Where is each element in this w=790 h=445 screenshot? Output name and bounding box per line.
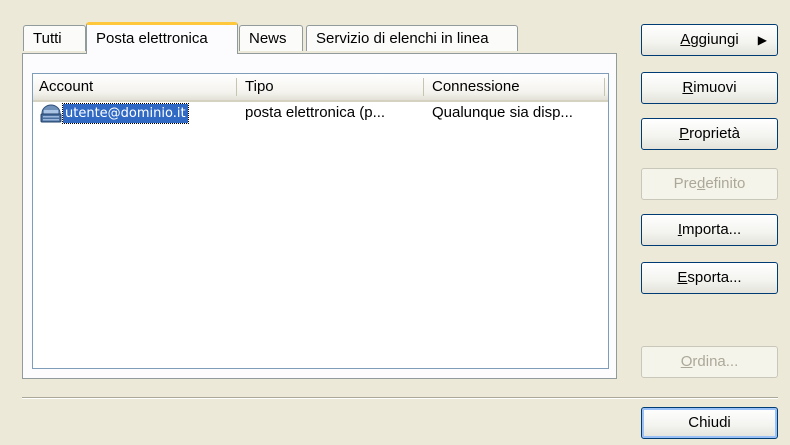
- tab-label: Posta elettronica: [96, 30, 208, 47]
- column-divider[interactable]: [236, 78, 237, 96]
- button-label: Chiudi: [688, 414, 731, 431]
- table-row[interactable]: utente@dominio.it posta elettronica (p..…: [33, 102, 608, 124]
- tab-servizio-elenchi[interactable]: Servizio di elenchi in linea: [306, 25, 518, 51]
- close-button[interactable]: Chiudi: [641, 407, 778, 439]
- column-header-account[interactable]: Account: [33, 74, 233, 100]
- list-header: Account Tipo Connessione: [33, 74, 608, 102]
- tab-news[interactable]: News: [239, 25, 303, 51]
- type-cell: posta elettronica (p...: [245, 104, 386, 121]
- column-divider[interactable]: [423, 78, 424, 96]
- account-dialog: Tutti Posta elettronica News Servizio di…: [0, 0, 790, 445]
- add-button[interactable]: Aggiungi ▶: [641, 24, 778, 56]
- button-label: Esporta...: [677, 269, 742, 286]
- tab-tutti[interactable]: Tutti: [23, 25, 86, 51]
- account-cell: utente@dominio.it: [33, 102, 233, 124]
- button-label: Aggiungi: [680, 31, 739, 48]
- column-divider[interactable]: [604, 78, 605, 96]
- mail-account-icon: [40, 104, 62, 123]
- button-label: Predefinito: [673, 175, 746, 192]
- button-label: Proprietà: [679, 125, 740, 142]
- tab-label: Servizio di elenchi in linea: [316, 30, 489, 47]
- column-header-tipo[interactable]: Tipo: [239, 74, 419, 100]
- column-header-connessione[interactable]: Connessione: [426, 74, 606, 100]
- button-label: Rimuovi: [682, 79, 737, 96]
- sort-button[interactable]: Ordina...: [641, 346, 778, 378]
- tab-page: Account Tipo Connessione utente@dominio.…: [22, 53, 617, 379]
- tab-label: Tutti: [33, 30, 62, 47]
- export-button[interactable]: Esporta...: [641, 262, 778, 294]
- accounts-list[interactable]: Account Tipo Connessione utente@dominio.…: [32, 73, 609, 369]
- tab-label: News: [249, 30, 287, 47]
- account-name: utente@dominio.it: [62, 103, 189, 124]
- remove-button[interactable]: Rimuovi: [641, 72, 778, 104]
- set-default-button[interactable]: Predefinito: [641, 168, 778, 200]
- properties-button[interactable]: Proprietà: [641, 118, 778, 150]
- button-label: Importa...: [677, 221, 742, 238]
- connection-cell: Qualunque sia disp...: [432, 104, 573, 121]
- separator-line: [22, 397, 778, 399]
- button-label: Ordina...: [680, 353, 739, 370]
- tab-posta-elettronica[interactable]: Posta elettronica: [86, 22, 238, 54]
- import-button[interactable]: Importa...: [641, 214, 778, 246]
- submenu-arrow-icon: ▶: [757, 33, 767, 47]
